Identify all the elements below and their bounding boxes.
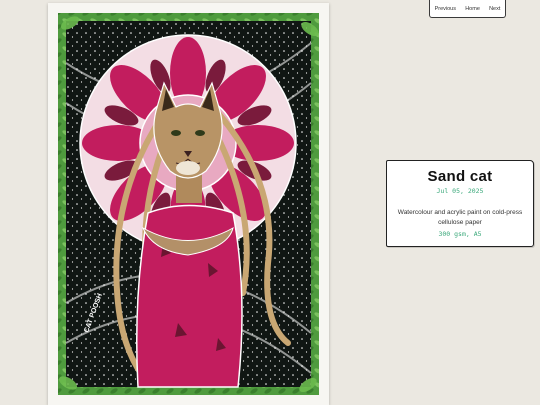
artwork-date: Jul 05, 2025 [436,187,484,195]
artwork-title: Sand cat [427,168,493,185]
previous-link[interactable]: Previous [435,6,456,12]
page-navigation: Previous Home Next [429,0,506,18]
artwork-specs: 300 gsm, A5 [438,230,482,238]
artwork-description: Watercolour and acrylic paint on cold-pr… [397,209,523,226]
artwork-info-card: Sand cat Jul 05, 2025 Watercolour and ac… [386,160,534,247]
home-link[interactable]: Home [465,6,480,12]
next-link[interactable]: Next [489,6,500,12]
artwork-image: CAT POOSH [48,3,329,405]
